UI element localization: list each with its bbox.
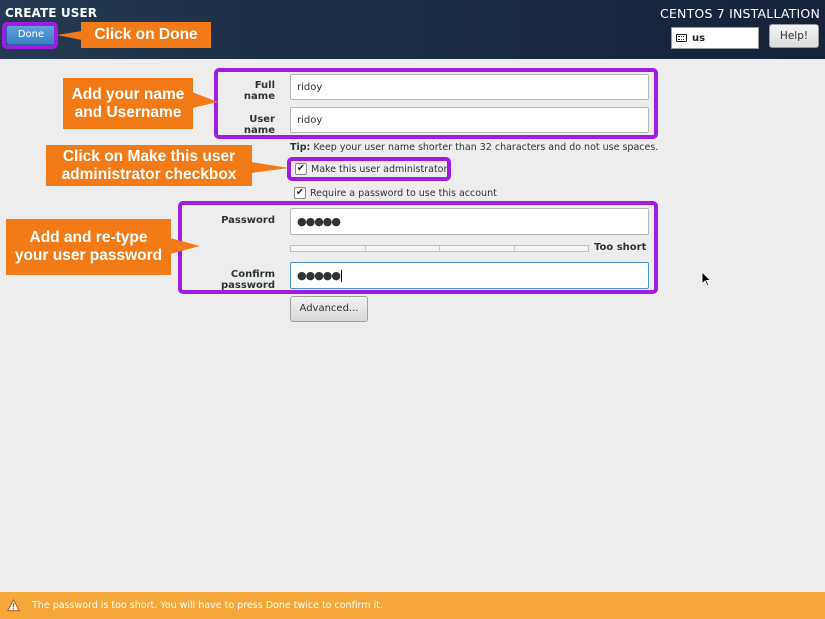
tip-bold: Tip: [290,142,311,153]
require-password-label[interactable]: Require a password to use this account [310,188,497,199]
admin-checkbox-highlight [287,157,451,181]
password-callout-line1: Add and re-type [29,229,148,246]
spoke-title: CREATE USER [5,6,98,20]
done-callout-pointer [57,31,82,40]
done-callout: Click on Done [81,22,211,48]
admin-callout-line2: administrator checkbox [61,165,237,183]
admin-callout-pointer [251,162,289,173]
done-highlight [2,22,58,49]
keyboard-icon [676,34,687,42]
done-callout-text: Click on Done [94,26,198,43]
warning-bar[interactable]: The password is too short. You will have… [0,592,825,619]
name-callout: Add your name and Username [63,78,193,129]
admin-callout: Click on Make this user administrator ch… [46,145,252,186]
tip-text: Keep your user name shorter than 32 char… [310,142,659,153]
password-callout-line2: your user password [14,247,163,264]
name-fields-highlight [214,68,658,139]
password-fields-highlight [178,201,658,294]
keyboard-layout-indicator[interactable]: us [671,27,759,49]
warning-icon [7,599,20,612]
name-callout-line2: and Username [74,103,182,121]
mouse-pointer-icon [701,271,712,287]
password-callout: Add and re-type your user password [6,219,171,275]
name-callout-pointer [192,92,218,108]
username-tip: Tip: Keep your user name shorter than 32… [290,142,658,153]
keyboard-layout-label: us [692,32,706,44]
product-title: CENTOS 7 INSTALLATION [660,6,820,21]
password-callout-pointer [170,238,200,254]
name-callout-line1: Add your name [71,85,185,103]
advanced-button[interactable]: Advanced... [290,296,368,322]
require-password-row[interactable]: ✔ Require a password to use this account [294,187,497,199]
require-password-checkbox[interactable]: ✔ [294,187,306,199]
admin-callout-line1: Click on Make this user [62,147,236,165]
warning-text: The password is too short. You will have… [32,600,383,611]
help-button[interactable]: Help! [769,24,819,48]
